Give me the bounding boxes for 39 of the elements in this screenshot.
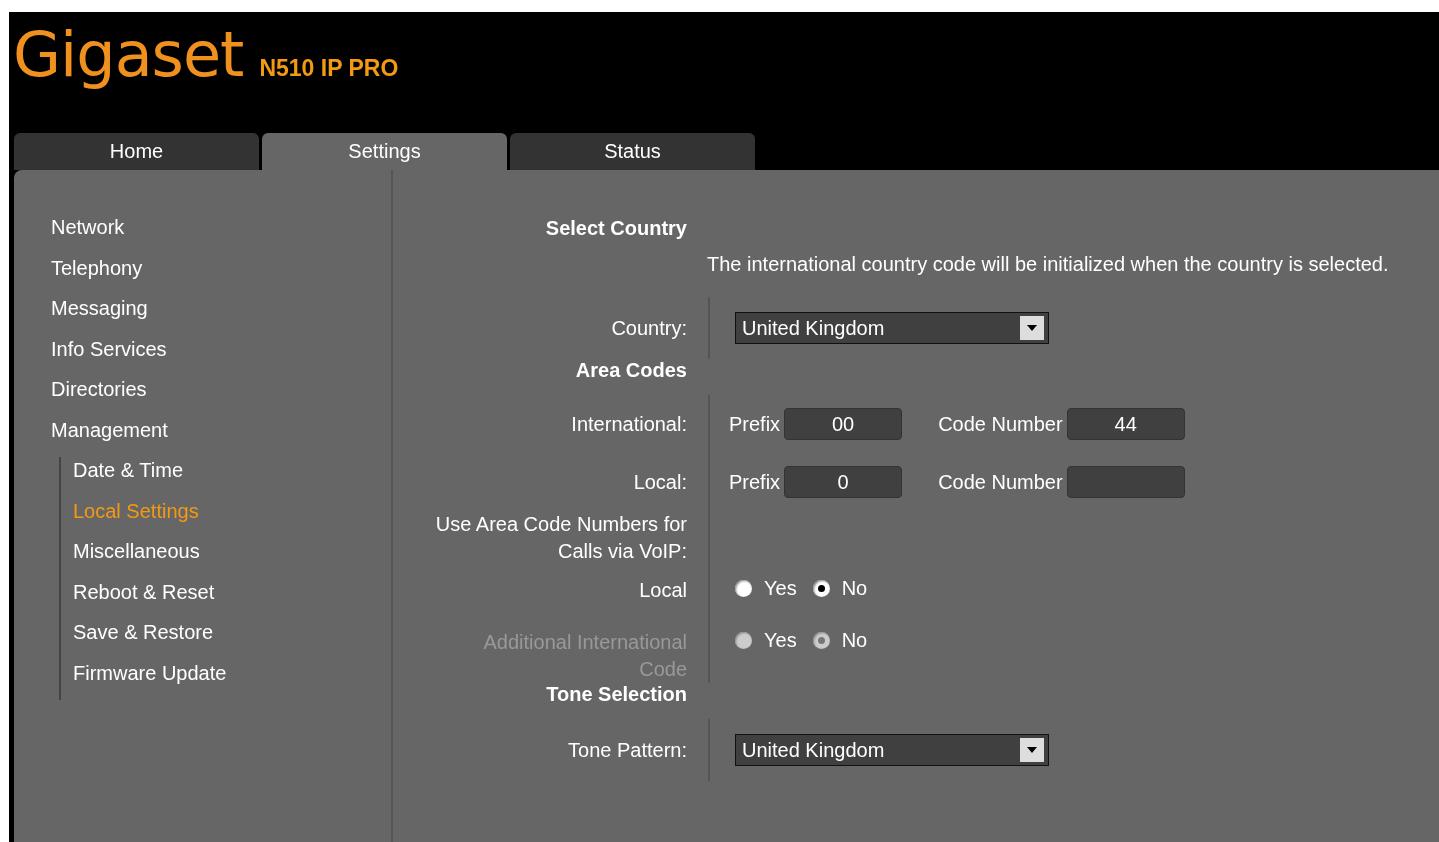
nav-tab[interactable]: Status: [510, 133, 755, 170]
sidebar-item[interactable]: Management: [51, 416, 168, 457]
code-number-field[interactable]: 44: [1066, 408, 1185, 440]
prefix-label: Prefix: [729, 412, 781, 436]
field-label: Use Area Code Numbers for Calls via VoIP:: [434, 512, 687, 564]
prefix-label: Prefix: [729, 470, 781, 494]
logo: Gigaset: [13, 18, 244, 91]
prefix-field[interactable]: 0: [784, 466, 903, 498]
country-select[interactable]: United Kingdom: [735, 312, 1049, 344]
sidebar-subitem[interactable]: Miscellaneous: [73, 538, 200, 579]
sidebar-item[interactable]: Directories: [51, 376, 147, 417]
section-heading: Area Codes: [575, 359, 687, 383]
sidebar-subitem[interactable]: Firmware Update: [73, 659, 227, 700]
code-number-label: Code Number: [938, 470, 1063, 494]
field-label: Country:: [611, 316, 687, 340]
sidebar-subitem[interactable]: Save & Restore: [73, 619, 214, 660]
code-number-label: Code Number: [938, 412, 1063, 436]
sidebar-item[interactable]: Messaging: [51, 295, 148, 336]
sidebar-item[interactable]: Telephony: [51, 254, 143, 295]
sidebar-subitem[interactable]: Date & Time: [73, 457, 184, 498]
country-select[interactable]: United Kingdom: [735, 734, 1049, 766]
sidebar-item[interactable]: Info Services: [51, 335, 167, 376]
radio-label: Yes: [764, 629, 797, 652]
nav-tab[interactable]: Home: [14, 133, 259, 170]
section-heading: Tone Selection: [546, 683, 687, 707]
field-label: International:: [571, 412, 687, 436]
model-name: N510 IP PRO: [259, 55, 399, 82]
field-label: Local: [638, 578, 687, 603]
prefix-field[interactable]: 00: [784, 408, 903, 440]
radio-label: Yes: [764, 577, 797, 600]
field-label: Tone Pattern:: [568, 738, 687, 762]
info-text: The international country code will be initialized when the country is selected.: [707, 253, 1390, 277]
nav-tab[interactable]: Settings: [262, 133, 507, 170]
section-heading: Select Country: [545, 217, 687, 241]
sidebar-item[interactable]: Network: [51, 214, 125, 255]
sidebar-subitem[interactable]: Reboot & Reset: [73, 578, 215, 619]
radio-label: No: [841, 577, 868, 600]
radio-label: No: [841, 629, 868, 652]
field-label: Local:: [633, 470, 687, 494]
